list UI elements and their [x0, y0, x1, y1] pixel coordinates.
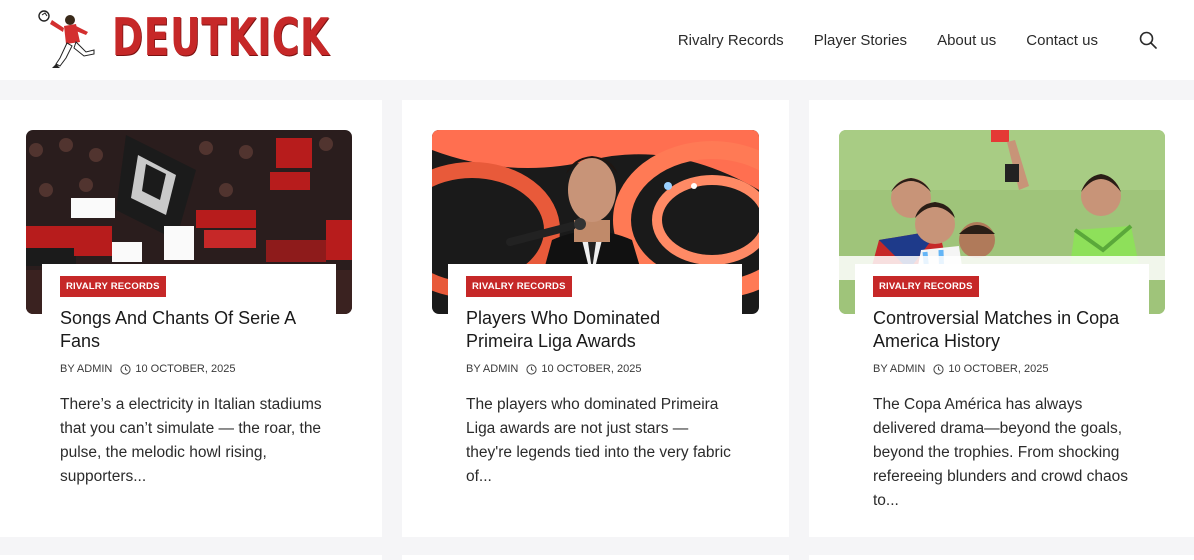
post-meta: BY ADMIN 10 OCTOBER, 2025 — [60, 363, 318, 375]
post-excerpt: The players who dominated Primeira Liga … — [466, 396, 731, 485]
next-post-card-edge — [402, 555, 789, 560]
post-title[interactable]: Controversial Matches in Copa America Hi… — [873, 307, 1131, 353]
search-icon[interactable] — [1138, 30, 1158, 50]
nav-rivalry-records[interactable]: Rivalry Records — [678, 32, 784, 49]
site-logo[interactable]: DEUTKICK — [36, 4, 329, 72]
post-card: RIVALRY RECORDS Players Who Dominated Pr… — [402, 100, 789, 537]
category-badge[interactable]: RIVALRY RECORDS — [466, 276, 572, 297]
nav-player-stories[interactable]: Player Stories — [814, 32, 907, 49]
clock-icon — [933, 363, 944, 375]
post-meta: BY ADMIN 10 OCTOBER, 2025 — [873, 363, 1131, 375]
post-author[interactable]: BY ADMIN — [873, 363, 925, 375]
nav-contact-us[interactable]: Contact us — [1026, 32, 1098, 49]
clock-icon — [120, 363, 131, 375]
post-meta: BY ADMIN 10 OCTOBER, 2025 — [466, 363, 724, 375]
nav-about-us[interactable]: About us — [937, 32, 996, 49]
post-date: 10 OCTOBER, 2025 — [135, 363, 236, 375]
site-header: DEUTKICK Rivalry Records Player Stories … — [0, 0, 1194, 80]
category-badge[interactable]: RIVALRY RECORDS — [60, 276, 166, 297]
main-nav: Rivalry Records Player Stories About us … — [678, 0, 1158, 80]
clock-icon — [526, 363, 537, 375]
category-badge[interactable]: RIVALRY RECORDS — [873, 276, 979, 297]
post-title[interactable]: Players Who Dominated Primeira Liga Awar… — [466, 307, 724, 353]
next-post-card-edge — [809, 555, 1194, 560]
logo-wordmark: DEUTKICK — [112, 8, 330, 68]
post-body: RIVALRY RECORDS Controversial Matches in… — [855, 264, 1149, 513]
post-card: RIVALRY RECORDS Songs And Chants Of Seri… — [0, 100, 382, 537]
post-author[interactable]: BY ADMIN — [466, 363, 518, 375]
post-author[interactable]: BY ADMIN — [60, 363, 112, 375]
post-card: RIVALRY RECORDS Controversial Matches in… — [809, 100, 1194, 537]
post-body: RIVALRY RECORDS Players Who Dominated Pr… — [448, 264, 742, 489]
post-date: 10 OCTOBER, 2025 — [948, 363, 1049, 375]
next-post-card-edge — [0, 555, 382, 560]
post-body: RIVALRY RECORDS Songs And Chants Of Seri… — [42, 264, 336, 489]
post-excerpt: There’s a electricity in Italian stadium… — [60, 396, 322, 485]
post-excerpt: The Copa América has always delivered dr… — [873, 396, 1129, 509]
post-title[interactable]: Songs And Chants Of Serie A Fans — [60, 307, 318, 353]
post-date: 10 OCTOBER, 2025 — [541, 363, 642, 375]
footballer-logo-icon — [36, 6, 100, 70]
